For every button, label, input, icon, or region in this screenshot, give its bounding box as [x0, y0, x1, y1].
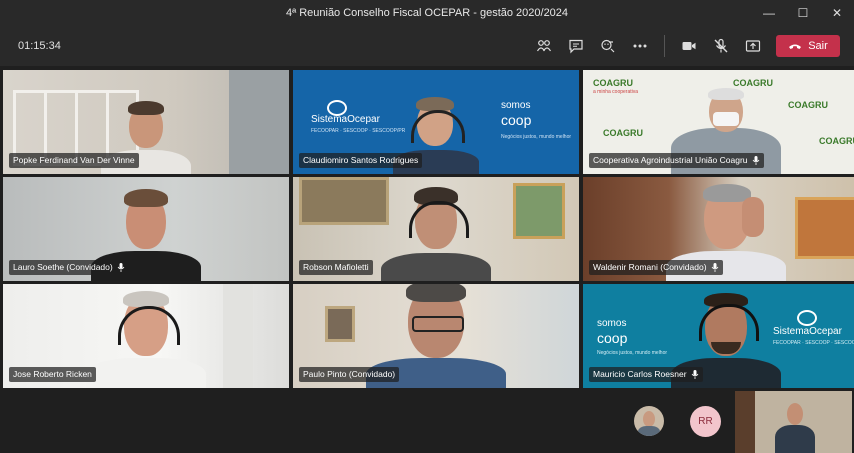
curtain	[223, 284, 253, 388]
minimize-button[interactable]: —	[752, 0, 786, 26]
raised-hand	[742, 197, 764, 237]
coagru-logo-text: COAGRU	[788, 100, 828, 110]
coop-logo-text: coop	[597, 330, 628, 346]
video-tile-claudiomiro[interactable]: SistemaOcepar FECOOPAR · SESCOOP · SESCO…	[293, 70, 579, 174]
chat-icon[interactable]	[564, 34, 588, 58]
video-tile-paulo[interactable]: Paulo Pinto (Convidado)	[293, 284, 579, 388]
participant-avatar-initials[interactable]: RR	[690, 406, 721, 437]
meeting-toolbar: 01:15:34 Sair	[0, 26, 854, 66]
maximize-button[interactable]: ☐	[786, 0, 820, 26]
video-tile-mauricio[interactable]: somos coop Negócios justos, mundo melhor…	[583, 284, 854, 388]
participant-hair	[128, 101, 164, 115]
participant-name-label: Waldenir Romani (Convidado)	[589, 260, 723, 275]
share-screen-icon[interactable]	[741, 34, 765, 58]
mic-icon	[117, 263, 125, 272]
participant-hair	[124, 189, 168, 207]
title-bar: 4ª Reunião Conselho Fiscal OCEPAR - gest…	[0, 0, 854, 26]
participant-name-label: Mauricio Carlos Roesner	[589, 367, 703, 382]
reactions-icon[interactable]	[596, 34, 620, 58]
face-mask	[713, 112, 739, 126]
meeting-timer: 01:15:34	[18, 40, 61, 52]
self-head	[787, 403, 803, 425]
more-options-icon[interactable]	[628, 34, 652, 58]
somos-text: somos	[597, 318, 627, 329]
wall-painting	[795, 197, 854, 259]
participant-hair	[708, 88, 744, 100]
video-tile-robson[interactable]: Robson Mafioletti	[293, 177, 579, 281]
avatar-torso	[638, 426, 660, 436]
participant-name-label: Cooperativa Agroindustrial União Coagru	[589, 153, 764, 168]
wall-painting	[513, 183, 565, 239]
self-view-video[interactable]	[735, 391, 852, 453]
coop-subtitle: Negócios justos, mundo melhor	[501, 134, 572, 140]
door-frame	[735, 391, 755, 453]
coop-logo-text: coop	[501, 112, 532, 128]
coagru-logo-text: COAGRU	[603, 128, 643, 138]
mic-icon	[711, 263, 718, 272]
participant-hair	[416, 97, 454, 111]
mic-muted-icon[interactable]	[709, 34, 733, 58]
leave-button[interactable]: Sair	[776, 35, 840, 57]
camera-icon[interactable]	[677, 34, 701, 58]
avatar-face	[643, 411, 655, 427]
coop-subtitle: Negócios justos, mundo melhor	[597, 350, 668, 356]
video-grid: Popke Ferdinand Van Der Vinne SistemaOce…	[3, 70, 854, 388]
participant-name-label: Lauro Soethe (Convidado)	[9, 260, 129, 275]
video-tile-coagru[interactable]: COAGRU a minha cooperativa COAGRU COAGRU…	[583, 70, 854, 174]
participant-name-label: Claudiomiro Santos Rodrigues	[299, 153, 423, 168]
participant-figure	[86, 286, 206, 388]
participant-name-label: Robson Mafioletti	[299, 260, 373, 275]
participant-figure	[381, 181, 491, 281]
close-button[interactable]: ✕	[820, 0, 854, 26]
wall-painting	[299, 177, 389, 225]
participant-name-label: Paulo Pinto (Convidado)	[299, 367, 400, 382]
ocepar-logo-text: SistemaOcepar	[773, 326, 842, 337]
eyeglasses	[412, 316, 464, 332]
toolbar-separator	[664, 35, 665, 57]
window-frame	[229, 70, 289, 174]
ocepar-logo-icon	[797, 310, 817, 326]
wall-frame	[325, 306, 355, 342]
mic-icon	[752, 156, 759, 165]
toolbar-controls	[532, 34, 773, 58]
phone-hangup-icon	[789, 44, 802, 49]
video-tile-popke[interactable]: Popke Ferdinand Van Der Vinne	[3, 70, 289, 174]
coagru-subtitle: a minha cooperativa	[593, 89, 639, 95]
participant-torso	[86, 358, 206, 388]
participant-avatar-photo[interactable]	[634, 406, 664, 436]
participant-torso	[381, 253, 491, 281]
ocepar-logo-icon	[327, 100, 347, 116]
video-tile-waldenir[interactable]: Waldenir Romani (Convidado)	[583, 177, 854, 281]
somos-text: somos	[501, 100, 531, 111]
participants-icon[interactable]	[532, 34, 556, 58]
participant-hair	[406, 284, 466, 302]
window-title: 4ª Reunião Conselho Fiscal OCEPAR - gest…	[285, 7, 569, 19]
coagru-logo-text: COAGRU	[819, 136, 854, 146]
video-tile-lauro[interactable]: Lauro Soethe (Convidado)	[3, 177, 289, 281]
self-torso	[775, 425, 815, 453]
participant-name-label: Jose Roberto Ricken	[9, 367, 96, 382]
ocepar-subtitle: FECOOPAR · SESCOOP · SESCOOP/PR	[773, 340, 854, 346]
ocepar-logo-text: SistemaOcepar	[311, 114, 380, 125]
participant-name-label: Popke Ferdinand Van Der Vinne	[9, 153, 139, 168]
video-tile-jose[interactable]: Jose Roberto Ricken	[3, 284, 289, 388]
mic-icon	[691, 370, 698, 379]
coagru-logo-text: COAGRU	[593, 78, 633, 88]
participant-hair	[123, 291, 169, 307]
window-controls: — ☐ ✕	[752, 0, 854, 26]
leave-label: Sair	[808, 40, 828, 52]
coagru-logo-text: COAGRU	[733, 78, 773, 88]
overflow-participants-bar	[0, 389, 854, 453]
